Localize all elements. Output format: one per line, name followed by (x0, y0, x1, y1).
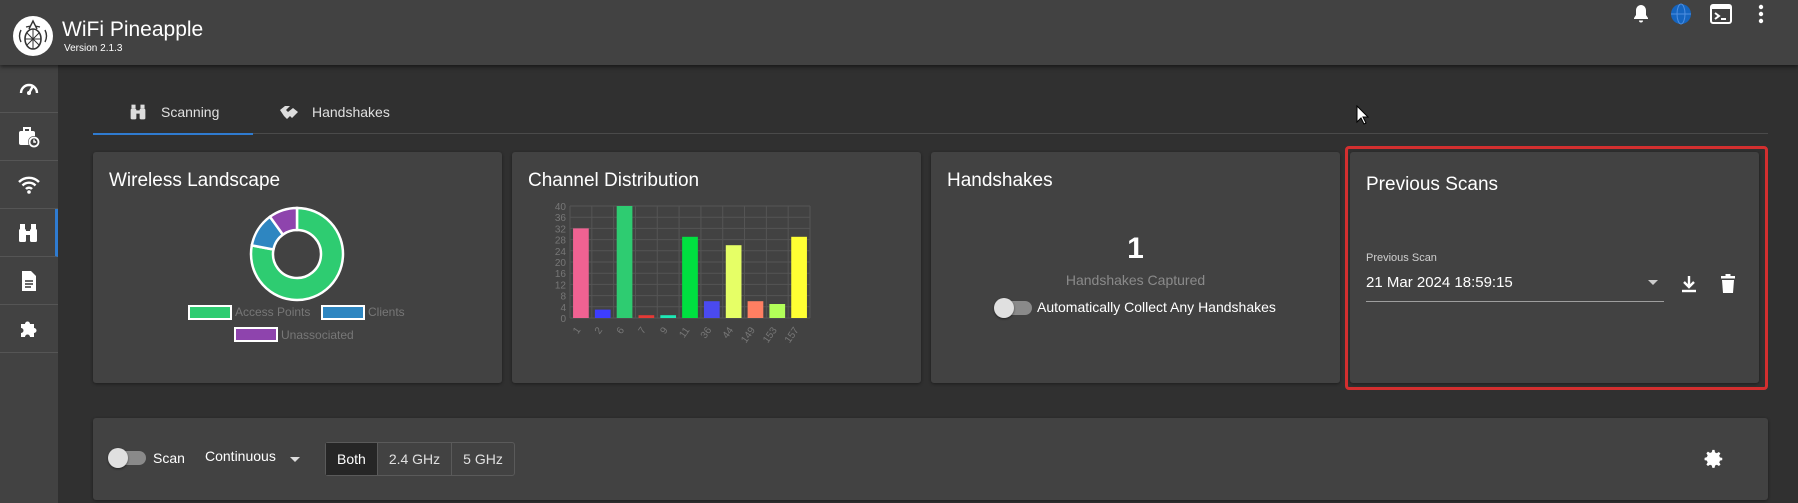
legend-swatch-access-points[interactable] (188, 305, 232, 320)
legend-label-clients: Clients (368, 305, 405, 319)
campaigns-icon (19, 126, 40, 148)
y-tick-label: 36 (555, 213, 567, 224)
y-tick-label: 0 (560, 314, 566, 325)
channel-distribution-bar-chart: 04812162024283236401 2 6 7 9 11 36 44 149 153 157 (555, 202, 811, 345)
modules-icon (21, 321, 37, 337)
tab-bar: Scanning Handshakes (93, 90, 1768, 135)
legend-swatch-clients[interactable] (321, 305, 365, 320)
scan-settings-button[interactable] (1700, 445, 1728, 473)
y-tick-label: 24 (555, 247, 567, 258)
auto-collect-toggle[interactable] (994, 298, 1032, 318)
x-tick-label: 44 (721, 325, 737, 341)
channel-distribution-title: Channel Distribution (528, 170, 700, 191)
sidebar-item-dashboard[interactable] (0, 65, 58, 113)
scan-controls-bar: Scan Continuous Both 2.4 GHz 5 GHz (93, 418, 1768, 500)
top-app-bar: WiFi Pineapple Version 2.1.3 (0, 0, 1798, 65)
y-tick-label: 32 (555, 224, 567, 235)
wireless-landscape-card: Wireless Landscape Access Points Clients… (93, 152, 502, 383)
x-tick-label: 149 (739, 325, 758, 345)
recon-icon (18, 223, 37, 242)
sidebar-item-campaigns[interactable] (0, 113, 58, 161)
band-toggle-group: Both 2.4 GHz 5 GHz (325, 442, 515, 476)
handshakes-captured-label: Handshakes Captured (1065, 272, 1206, 288)
sidebar-item-recon[interactable] (0, 209, 58, 257)
bar-channel-11[interactable] (682, 236, 698, 318)
wireless-landscape-donut-chart (249, 206, 345, 302)
band-both-button[interactable]: Both (326, 443, 377, 475)
y-tick-label: 8 (560, 292, 566, 303)
tab-scanning[interactable]: Scanning (93, 90, 253, 135)
bar-channel-7[interactable] (638, 315, 655, 318)
handshake-icon (280, 106, 298, 119)
x-tick-label: 2 (593, 325, 605, 336)
toggle-knob (994, 298, 1014, 318)
bar-channel-36[interactable] (703, 301, 720, 318)
gear-icon (1704, 449, 1723, 468)
x-tick-label: 6 (615, 325, 627, 336)
handshakes-count: 1 (1127, 232, 1144, 265)
band-5ghz-button[interactable]: 5 GHz (451, 443, 514, 475)
scan-label: Scan (153, 450, 185, 466)
sidebar-item-modules[interactable] (0, 305, 58, 353)
x-tick-label: 1 (571, 325, 583, 336)
channel-distribution-card: Channel Distribution 0 4 8 12 16 20 24 28 32 36 40… (512, 152, 921, 383)
terminal-icon[interactable] (1708, 0, 1734, 28)
toggle-knob (108, 448, 128, 468)
x-tick-label: 36 (699, 325, 715, 341)
binoculars-icon (130, 104, 146, 120)
more-vert-icon[interactable] (1748, 0, 1774, 28)
legend-swatch-unassociated[interactable] (234, 327, 278, 342)
y-tick-label: 20 (555, 258, 567, 269)
bar-channel-157[interactable] (791, 236, 807, 318)
scan-mode-select[interactable]: Continuous (205, 448, 276, 470)
tab-scanning-label: Scanning (161, 104, 220, 120)
previous-scans-highlight (1345, 146, 1768, 390)
pineapple-logo-icon (13, 16, 53, 56)
tab-handshakes-label: Handshakes (312, 104, 390, 120)
legend-label-unassociated: Unassociated (281, 328, 354, 342)
bar-channel-153[interactable] (769, 304, 786, 318)
wireless-landscape-title: Wireless Landscape (109, 170, 281, 191)
app-title: WiFi Pineapple (62, 18, 204, 41)
x-tick-label: 7 (637, 325, 649, 336)
handshakes-card: Handshakes 1 Handshakes Captured Automat… (931, 152, 1340, 383)
mouse-cursor-icon (1356, 105, 1370, 125)
bar-channel-2[interactable] (594, 309, 611, 318)
bar-channel-9[interactable] (660, 315, 677, 318)
sidebar (0, 65, 58, 503)
x-tick-label: 157 (783, 325, 802, 345)
bar-channel-44[interactable] (725, 245, 742, 318)
bar-channel-6[interactable] (616, 206, 633, 318)
dashboard-icon (19, 83, 39, 95)
bar-channel-1[interactable] (573, 228, 589, 318)
bell-icon[interactable] (1628, 0, 1654, 28)
handshakes-title: Handshakes (947, 170, 1053, 191)
chevron-down-icon (290, 457, 300, 462)
sidebar-item-logs[interactable] (0, 257, 58, 305)
y-tick-label: 16 (555, 269, 567, 280)
tab-handshakes[interactable]: Handshakes (278, 90, 428, 134)
scan-toggle[interactable] (108, 448, 146, 468)
y-tick-label: 28 (555, 236, 567, 247)
x-tick-label: 9 (658, 325, 670, 336)
y-tick-label: 4 (560, 303, 566, 314)
x-tick-label: 153 (761, 325, 780, 345)
y-tick-label: 12 (555, 280, 567, 291)
legend-label-access-points: Access Points (235, 305, 311, 319)
app-version: Version 2.1.3 (64, 43, 123, 54)
auto-collect-label: Automatically Collect Any Handshakes (1037, 299, 1276, 315)
y-tick-label: 40 (555, 202, 567, 213)
sidebar-item-wifi[interactable] (0, 161, 58, 209)
bar-channel-149[interactable] (747, 301, 764, 318)
logs-icon (22, 270, 36, 291)
wifi-icon (18, 176, 40, 194)
band-2-4ghz-button[interactable]: 2.4 GHz (376, 443, 451, 475)
globe-icon[interactable] (1668, 0, 1694, 28)
x-tick-label: 11 (677, 325, 692, 340)
